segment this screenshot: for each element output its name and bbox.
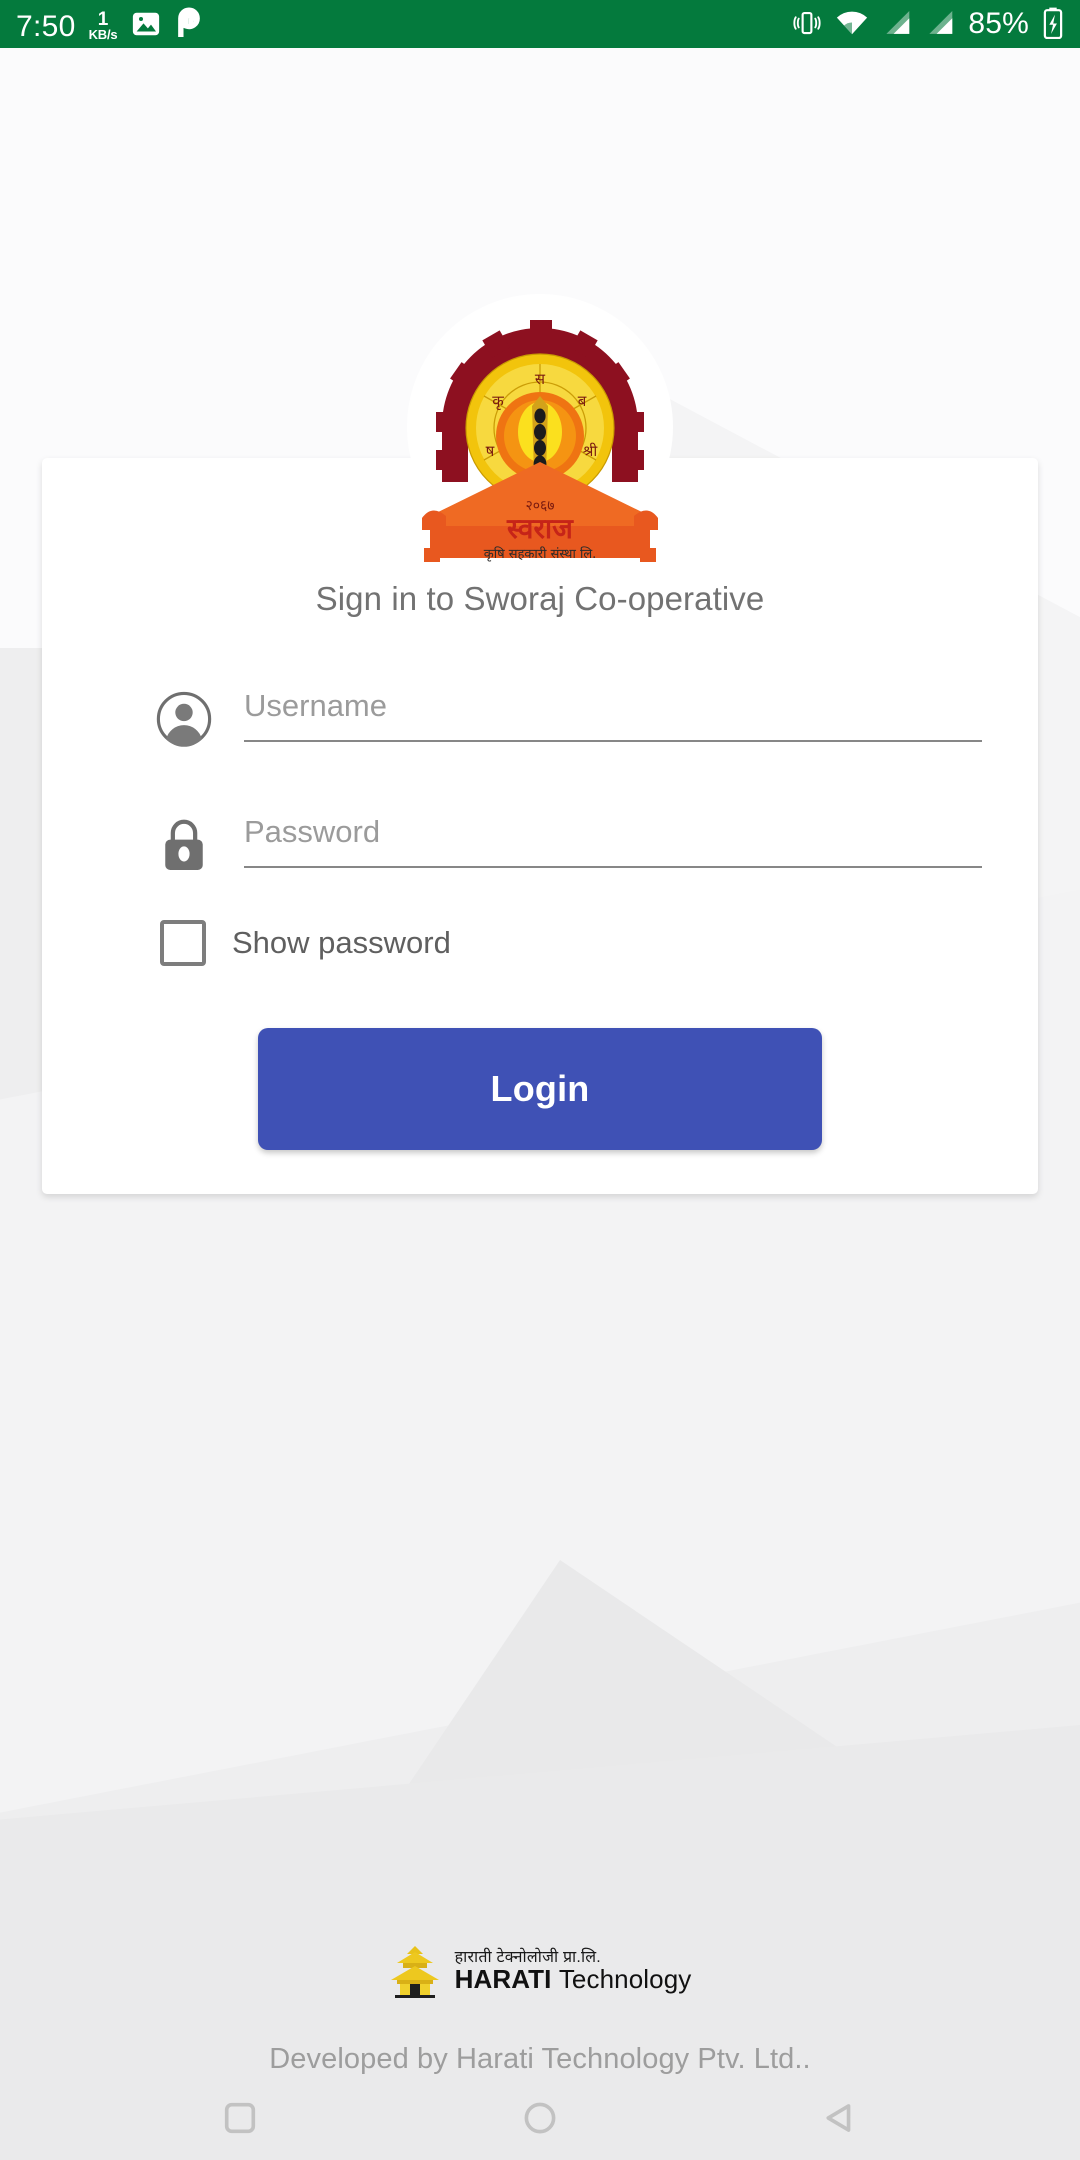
status-bar-left: 7:50 1 KB/s [16, 7, 203, 42]
lock-icon [152, 810, 216, 874]
username-underline [244, 740, 982, 742]
pagoda-temple-icon [390, 1946, 439, 1998]
username-input[interactable] [244, 684, 982, 740]
footer: हाराती टेक्नोलोजी प्रा.लि. HARATI Techno… [0, 1944, 1080, 2076]
password-input-wrap [244, 810, 982, 868]
battery-percent-label: 85% [968, 7, 1029, 40]
harati-brand: हाराती टेक्नोलोजी प्रा.लि. HARATI Techno… [389, 1944, 692, 1998]
recents-square-icon[interactable] [180, 2076, 300, 2160]
home-circle-icon[interactable] [480, 2076, 600, 2160]
login-button[interactable]: Login [258, 1028, 822, 1150]
account-circle-icon [152, 684, 216, 748]
page-title: Sign in to Sworaj Co-operative [315, 580, 765, 617]
login-card: Sign in to Sworaj Co-operative Username … [42, 458, 1038, 1194]
show-password-row[interactable]: Show password [160, 920, 1038, 966]
login-button-wrap: Login [42, 1028, 1038, 1150]
password-input[interactable] [244, 810, 982, 866]
developer-credit: Developed by Harati Technology Ptv. Ltd.… [269, 2043, 811, 2075]
svg-text:श्री: श्री [583, 442, 599, 460]
harati-brand-name: HARATI Technology [455, 1966, 692, 1992]
network-speed-indicator: 1 KB/s [88, 8, 118, 42]
svg-text:कृ: कृ [492, 392, 504, 411]
android-navigation-bar [0, 2076, 1080, 2160]
svg-text:स: स [535, 370, 546, 388]
username-field-row [152, 684, 982, 748]
svg-text:ब: ब [578, 392, 587, 410]
signal-1-icon [882, 9, 912, 37]
logo-artwork: स कृ ब ष श्री २०६७ स्वराज कृषि सहकारी सं… [422, 320, 658, 562]
svg-text:स्वराज: स्वराज [506, 512, 574, 545]
show-password-checkbox[interactable] [160, 920, 206, 966]
password-underline [244, 866, 982, 868]
network-speed-unit: KB/s [88, 26, 118, 42]
password-field-row [152, 810, 982, 874]
wifi-icon [835, 9, 869, 37]
harati-brand-bold: HARATI [454, 1964, 552, 1994]
username-input-wrap [244, 684, 982, 742]
show-password-label: Show password [232, 925, 451, 960]
status-bar-right: 85% [792, 7, 1064, 42]
network-speed-value: 1 [97, 8, 109, 30]
vibrate-icon [792, 8, 822, 38]
screenshot-icon [130, 9, 162, 39]
battery-charging-icon [1042, 7, 1064, 39]
signal-2-icon [925, 9, 955, 37]
svg-text:ष: ष [486, 442, 495, 460]
harati-brand-text: हाराती टेक्नोलोजी प्रा.लि. HARATI Techno… [455, 1950, 692, 1993]
pocket-casts-icon [175, 7, 203, 39]
status-bar: 7:50 1 KB/s 85% [0, 0, 1080, 48]
back-triangle-icon[interactable] [780, 2076, 900, 2160]
svg-text:कृषि सहकारी संस्था लि.: कृषि सहकारी संस्था लि. [484, 546, 597, 562]
sworaj-cooperative-logo: स कृ ब ष श्री २०६७ स्वराज कृषि सहकारी सं… [405, 294, 675, 562]
harati-brand-light-spacer [552, 1964, 559, 1994]
harati-brand-light: Technology [558, 1964, 692, 1994]
status-clock: 7:50 [16, 9, 76, 43]
